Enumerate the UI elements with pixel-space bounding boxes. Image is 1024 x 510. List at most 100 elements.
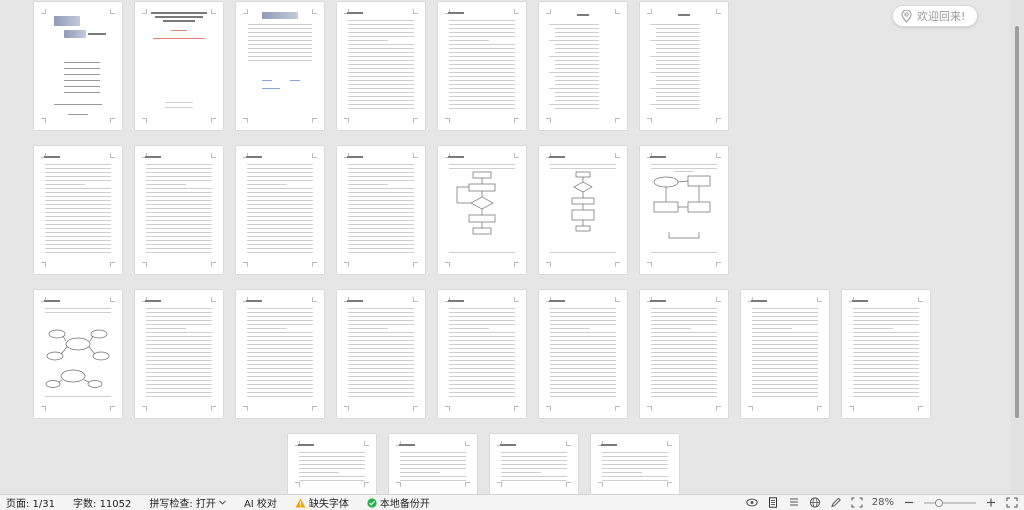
- page-text-line: [348, 204, 414, 205]
- page-text-line: [501, 472, 541, 473]
- page-text-line: [656, 60, 700, 61]
- web-layout-icon[interactable]: [809, 497, 821, 508]
- page-text-line: [449, 364, 515, 365]
- document-page[interactable]: [34, 290, 122, 418]
- document-page[interactable]: [438, 290, 526, 418]
- document-page[interactable]: [236, 290, 324, 418]
- document-page[interactable]: [438, 146, 526, 274]
- document-page[interactable]: [640, 146, 728, 274]
- page-grid[interactable]: [0, 0, 1024, 494]
- page-view-icon[interactable]: [767, 497, 779, 508]
- page-text-line: [650, 40, 700, 41]
- document-page[interactable]: [640, 290, 728, 418]
- page-text-line: [45, 172, 111, 173]
- document-page[interactable]: [640, 2, 728, 130]
- page-text-line: [550, 368, 616, 369]
- fit-page-icon[interactable]: [851, 497, 863, 508]
- page-text-line: [549, 40, 599, 41]
- page-corner-mark: [445, 118, 450, 123]
- local-backup-status[interactable]: 本地备份开: [367, 495, 430, 510]
- page-text-line: [348, 248, 414, 249]
- page-text-line: [348, 92, 414, 93]
- page-text-line: [247, 172, 313, 173]
- page-text-line: [550, 164, 616, 165]
- page-corner-mark: [716, 118, 721, 123]
- document-page[interactable]: [135, 290, 223, 418]
- page-text-line: [550, 336, 616, 337]
- zoom-slider-knob[interactable]: [934, 498, 943, 507]
- document-page[interactable]: [236, 146, 324, 274]
- document-page[interactable]: [539, 2, 627, 130]
- document-page[interactable]: [591, 434, 679, 494]
- page-text-line: [146, 348, 212, 349]
- document-page[interactable]: [438, 2, 526, 130]
- document-page[interactable]: [34, 146, 122, 274]
- page-text-line: [348, 336, 414, 337]
- page-text-line: [146, 396, 212, 397]
- page-text-line: [146, 384, 212, 385]
- page-corner-mark: [243, 9, 248, 14]
- page-text-line: [45, 236, 111, 237]
- outline-view-icon[interactable]: [788, 497, 800, 508]
- page-text-line: [45, 200, 111, 201]
- blurred-logo: [54, 16, 80, 26]
- missing-font-button[interactable]: 缺失字体: [295, 495, 349, 510]
- page-text-line: [348, 396, 414, 397]
- document-page[interactable]: [337, 290, 425, 418]
- ai-proofread-button[interactable]: AI 校对: [244, 495, 277, 510]
- page-text-line: [449, 360, 515, 361]
- page-text-line: [299, 456, 365, 457]
- page-text-line: [348, 216, 414, 217]
- welcome-back-button[interactable]: 欢迎回来!: [892, 5, 978, 27]
- word-count[interactable]: 字数: 11052: [73, 495, 131, 510]
- page-text-line: [449, 396, 515, 397]
- zoom-level[interactable]: 28%: [872, 497, 894, 508]
- page-corner-mark: [396, 482, 401, 487]
- page-text-line: [348, 184, 388, 185]
- document-page[interactable]: [288, 434, 376, 494]
- page-text-line: [449, 64, 515, 65]
- page-text-line: [602, 452, 668, 453]
- zoom-in-icon[interactable]: [985, 497, 997, 508]
- document-page[interactable]: [135, 146, 223, 274]
- zoom-out-icon[interactable]: [903, 497, 915, 508]
- document-page[interactable]: [34, 2, 122, 130]
- page-corner-mark: [647, 118, 652, 123]
- document-page[interactable]: [337, 146, 425, 274]
- page-text-line: [650, 56, 700, 57]
- page-text-line: [449, 76, 515, 77]
- page-text-line: [45, 224, 111, 225]
- document-page[interactable]: [490, 434, 578, 494]
- page-indicator[interactable]: 页面: 1/31: [6, 495, 55, 510]
- page-corner-mark: [344, 118, 349, 123]
- scrollbar-thumb[interactable]: [1015, 26, 1019, 418]
- page-corner-mark: [312, 118, 317, 123]
- document-page[interactable]: [842, 290, 930, 418]
- vertical-scrollbar[interactable]: [1010, 0, 1024, 494]
- pen-icon[interactable]: [830, 497, 842, 508]
- page-text-line: [348, 100, 414, 101]
- diagram-figure: [43, 314, 113, 394]
- document-page[interactable]: [337, 2, 425, 130]
- eye-icon[interactable]: [746, 497, 758, 508]
- spell-check-toggle[interactable]: 拼写检查: 打开: [149, 495, 226, 510]
- document-page[interactable]: [539, 146, 627, 274]
- page-text-line: [247, 324, 313, 325]
- page-corner-mark: [514, 118, 519, 123]
- page-text-line: [550, 360, 616, 361]
- page-text-line: [146, 332, 212, 333]
- zoom-slider[interactable]: [924, 498, 976, 507]
- fullscreen-icon[interactable]: [1006, 497, 1018, 508]
- page-text-line: [752, 376, 818, 377]
- page-text-line: [348, 68, 414, 69]
- page-text-line: [146, 168, 212, 169]
- page-text-line: [247, 176, 313, 177]
- document-page[interactable]: [135, 2, 223, 130]
- page-text-line: [501, 468, 567, 469]
- document-page[interactable]: [741, 290, 829, 418]
- page-text-line: [146, 208, 212, 209]
- document-page[interactable]: [539, 290, 627, 418]
- document-page[interactable]: [236, 2, 324, 130]
- page-text-line: [146, 164, 212, 165]
- document-page[interactable]: [389, 434, 477, 494]
